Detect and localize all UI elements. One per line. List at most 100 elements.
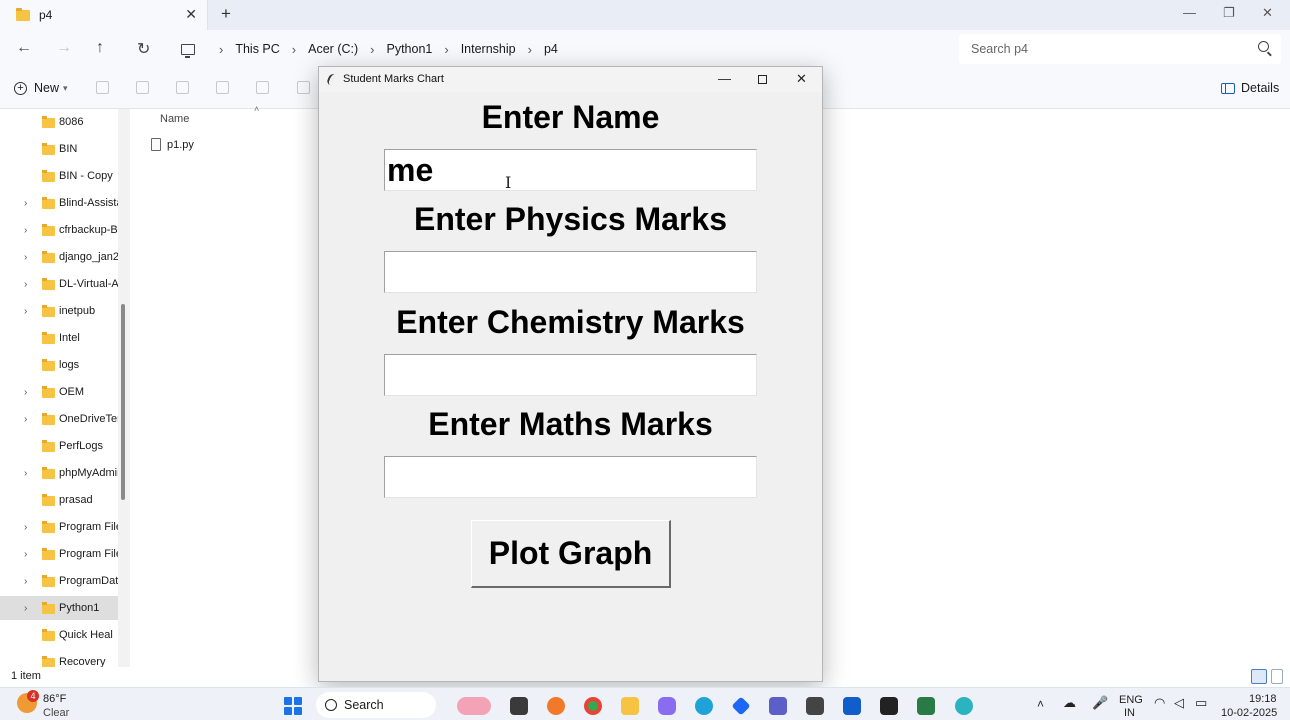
expand-chevron-icon[interactable]: ›: [24, 468, 27, 479]
terminal-icon[interactable]: [880, 697, 898, 715]
share-icon[interactable]: [256, 81, 269, 94]
search-input[interactable]: Search p4: [959, 34, 1281, 64]
search-highlight-icon[interactable]: [457, 697, 491, 715]
python-app-icon[interactable]: [917, 697, 935, 715]
firefox-icon[interactable]: [547, 697, 565, 715]
sidebar-item[interactable]: › Program Files: [0, 542, 118, 566]
sidebar-item[interactable]: › Program Files: [0, 515, 118, 539]
sidebar-item[interactable]: Intel: [0, 326, 118, 350]
new-tab-icon[interactable]: +: [221, 4, 231, 24]
chrome-icon[interactable]: [584, 697, 602, 715]
app-minimize-icon[interactable]: —: [718, 71, 731, 86]
column-header-name[interactable]: Name: [160, 113, 189, 125]
region-indicator[interactable]: IN: [1124, 707, 1135, 719]
snipping-tool-icon[interactable]: [955, 697, 973, 715]
details-button[interactable]: Details: [1221, 81, 1279, 95]
close-icon[interactable]: ✕: [1262, 5, 1273, 21]
maximize-icon[interactable]: ❐: [1223, 5, 1235, 21]
chevron-right-icon[interactable]: ›: [528, 42, 532, 57]
store-icon[interactable]: [843, 697, 861, 715]
sidebar-item[interactable]: › DL-Virtual-As: [0, 272, 118, 296]
chevron-right-icon[interactable]: ›: [370, 42, 374, 57]
name-input[interactable]: [384, 149, 757, 191]
sidebar-item[interactable]: › cfrbackup-BZ: [0, 218, 118, 242]
expand-chevron-icon[interactable]: ›: [24, 414, 27, 425]
sidebar-item[interactable]: › OneDriveTem: [0, 407, 118, 431]
breadcrumb[interactable]: › This PC › Acer (C:) › Python1 › Intern…: [171, 34, 941, 64]
weather-temperature[interactable]: 86°F: [43, 693, 66, 705]
teams-icon[interactable]: [769, 697, 787, 715]
sidebar-item[interactable]: › django_jan25: [0, 245, 118, 269]
expand-chevron-icon[interactable]: ›: [24, 549, 27, 560]
chemistry-input[interactable]: [384, 354, 757, 396]
amazon-icon[interactable]: [806, 697, 824, 715]
sidebar-item[interactable]: › Blind-Assista: [0, 191, 118, 215]
forward-icon[interactable]: →: [56, 39, 72, 57]
breadcrumb-internship[interactable]: Internship: [461, 42, 516, 56]
sidebar-item[interactable]: › Python1: [0, 596, 118, 620]
expand-chevron-icon[interactable]: ›: [24, 198, 27, 209]
copy-icon[interactable]: [136, 81, 149, 94]
microphone-icon[interactable]: 🎤: [1092, 695, 1108, 711]
app-title-bar[interactable]: Student Marks Chart — ✕: [319, 67, 822, 92]
dropbox-icon[interactable]: [731, 696, 751, 716]
clock-date[interactable]: 10-02-2025: [1221, 707, 1277, 719]
sidebar-item[interactable]: › inetpub: [0, 299, 118, 323]
back-icon[interactable]: ←: [16, 39, 32, 57]
maths-input[interactable]: [384, 456, 757, 498]
sidebar-item[interactable]: BIN: [0, 137, 118, 161]
app-close-icon[interactable]: ✕: [796, 71, 807, 87]
battery-icon[interactable]: ▭: [1195, 695, 1207, 711]
breadcrumb-drive[interactable]: Acer (C:): [308, 42, 358, 56]
sidebar-item[interactable]: PerfLogs: [0, 434, 118, 458]
volume-icon[interactable]: ◁: [1174, 695, 1184, 711]
app-maximize-icon[interactable]: [758, 75, 767, 84]
up-icon[interactable]: ↑: [96, 39, 104, 57]
sidebar-item[interactable]: prasad: [0, 488, 118, 512]
physics-input[interactable]: [384, 251, 757, 293]
sidebar-item[interactable]: › OEM: [0, 380, 118, 404]
expand-chevron-icon[interactable]: ›: [24, 225, 27, 236]
sidebar-item[interactable]: logs: [0, 353, 118, 377]
clock-time[interactable]: 19:18: [1249, 693, 1277, 705]
expand-chevron-icon[interactable]: ›: [24, 306, 27, 317]
task-view-icon[interactable]: [510, 697, 528, 715]
sidebar-item[interactable]: › ProgramData: [0, 569, 118, 593]
tiles-view-icon[interactable]: [1271, 669, 1283, 684]
expand-chevron-icon[interactable]: ›: [24, 387, 27, 398]
sidebar-item[interactable]: Recovery: [0, 650, 118, 667]
expand-chevron-icon[interactable]: ›: [24, 252, 27, 263]
refresh-icon[interactable]: ↻: [137, 39, 150, 59]
chevron-right-icon[interactable]: ›: [219, 42, 223, 57]
onedrive-icon[interactable]: ☁: [1063, 695, 1076, 711]
chevron-right-icon[interactable]: ›: [292, 42, 296, 57]
sidebar-item[interactable]: › phpMyAdmir: [0, 461, 118, 485]
start-menu-icon[interactable]: [284, 697, 302, 715]
language-indicator[interactable]: ENG: [1119, 694, 1143, 706]
weather-condition[interactable]: Clear: [43, 707, 69, 719]
wifi-icon[interactable]: ◠: [1154, 695, 1165, 711]
cut-icon[interactable]: [96, 81, 109, 94]
tab-p4[interactable]: p4 ✕: [0, 0, 208, 30]
chevron-right-icon[interactable]: ›: [444, 42, 448, 57]
show-hidden-icons-icon[interactable]: ˄: [1037, 697, 1044, 711]
copilot-icon[interactable]: [658, 697, 676, 715]
sidebar-item[interactable]: BIN - Copy: [0, 164, 118, 188]
taskbar-search[interactable]: Search: [316, 692, 436, 718]
paste-icon[interactable]: [176, 81, 189, 94]
expand-chevron-icon[interactable]: ›: [24, 279, 27, 290]
sidebar-item[interactable]: Quick Heal: [0, 623, 118, 647]
breadcrumb-python1[interactable]: Python1: [386, 42, 432, 56]
expand-chevron-icon[interactable]: ›: [24, 576, 27, 587]
delete-icon[interactable]: [297, 81, 310, 94]
sidebar-item[interactable]: 8086: [0, 110, 118, 134]
new-button[interactable]: + New ▾: [14, 81, 68, 95]
minimize-icon[interactable]: —: [1183, 5, 1196, 20]
breadcrumb-this-pc[interactable]: This PC: [235, 42, 279, 56]
expand-chevron-icon[interactable]: ›: [24, 522, 27, 533]
expand-chevron-icon[interactable]: ›: [24, 603, 27, 614]
rename-icon[interactable]: [216, 81, 229, 94]
nav-scrollbar-thumb[interactable]: [121, 304, 125, 500]
file-explorer-icon[interactable]: [621, 697, 639, 715]
details-view-icon[interactable]: [1251, 669, 1267, 684]
